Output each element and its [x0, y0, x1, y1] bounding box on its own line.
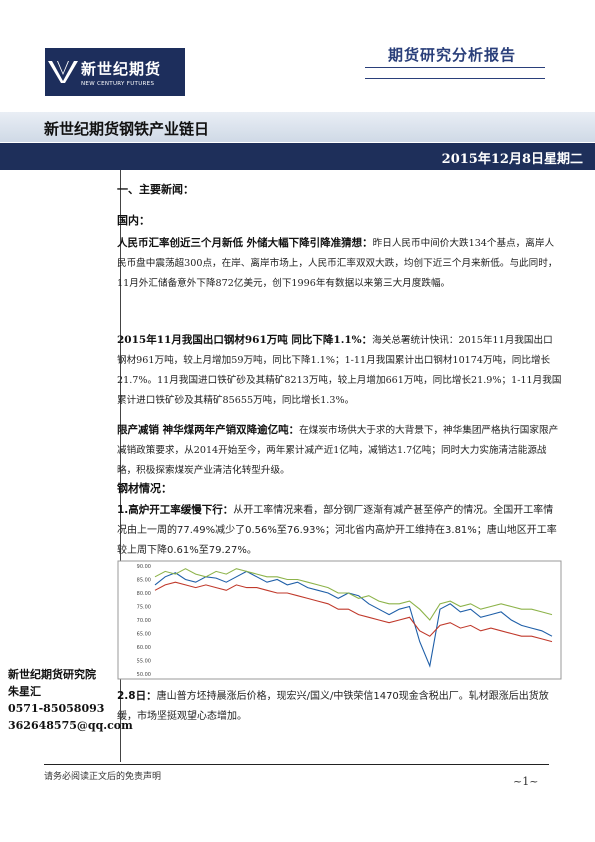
footer-disclaimer: 请务必阅读正文后的免责声明	[44, 772, 162, 782]
logo-emblem-icon	[45, 48, 81, 96]
page-number: ~1~	[513, 775, 539, 788]
contact-name: 朱星汇	[8, 685, 41, 698]
report-title: 新世纪期货钢铁产业链日	[44, 120, 210, 138]
footer-divider	[44, 764, 549, 765]
news-item: 人民币汇率创近三个月新低 外储大幅下降引降准猜想：昨日人民币中间价大跌134个基…	[117, 233, 562, 294]
y-tick-label: 65.00	[137, 632, 151, 638]
y-tick-label: 60.00	[137, 645, 151, 651]
news-headline: 人民币汇率创近三个月新低 外储大幅下降引降准猜想：	[117, 237, 373, 249]
steel-body: 唐山普方坯持晨涨后价格，现宏兴/国义/中铁荣信1470现金含税出厂。轧材跟涨后出…	[117, 691, 549, 722]
contact-phone: 0571-85058093	[8, 702, 105, 715]
y-tick-label: 50.00	[137, 672, 151, 678]
y-tick-label: 70.00	[137, 618, 151, 624]
chart-svg: 90.00 85.00 80.00 75.00 70.00 65.00 60.00 55.00…	[117, 560, 562, 680]
news-headline: 限产减销 神华煤两年产销双降逾亿吨：	[117, 424, 300, 436]
contact-block: 新世纪期货研究院 朱星汇 0571-85058093 362648575@qq.…	[8, 666, 133, 734]
y-tick-label: 55.00	[137, 659, 151, 665]
blast-furnace-chart: 90.00 85.00 80.00 75.00 70.00 65.00 60.00 55.00…	[117, 560, 562, 680]
contact-org: 新世纪期货研究院	[8, 668, 96, 681]
section-heading: 一、主要新闻：	[117, 183, 194, 196]
company-logo: 新世纪期货 NEW CENTURY FUTURES	[45, 48, 185, 96]
domestic-label: 国内：	[117, 214, 150, 227]
contact-email: 362648575@qq.com	[8, 719, 133, 732]
y-tick-label: 85.00	[137, 578, 151, 584]
report-date: 2015年12月8日星期二	[441, 152, 583, 167]
news-item: 2015年11月我国出口钢材961万吨 同比下降1.1%：海关总署统计快讯：20…	[117, 330, 562, 411]
logo-cn: 新世纪期货	[81, 59, 162, 78]
y-tick-label: 90.00	[137, 564, 151, 570]
steel-label: 钢材情况：	[117, 482, 172, 495]
y-tick-label: 80.00	[137, 591, 151, 597]
steel-headline: 1.高炉开工率缓慢下行：	[117, 504, 234, 516]
header-divider	[365, 67, 545, 68]
report-type: 期货研究分析报告	[388, 46, 517, 64]
news-headline: 2015年11月我国出口钢材961万吨 同比下降1.1%：	[117, 334, 373, 346]
steel-item: 1.高炉开工率缓慢下行：从开工率情况来看，部分钢厂逐渐有减产甚至停产的情况。全国…	[117, 500, 562, 561]
logo-en: NEW CENTURY FUTURES	[81, 80, 155, 87]
header-divider	[365, 78, 545, 79]
news-item: 限产减销 神华煤两年产销双降逾亿吨：在煤炭市场供大于求的大背景下，神华集团严格执…	[117, 420, 562, 481]
steel-item: 2.8日：唐山普方坯持晨涨后价格，现宏兴/国义/中铁荣信1470现金含税出厂。轧…	[117, 686, 562, 727]
y-tick-label: 75.00	[137, 605, 151, 611]
